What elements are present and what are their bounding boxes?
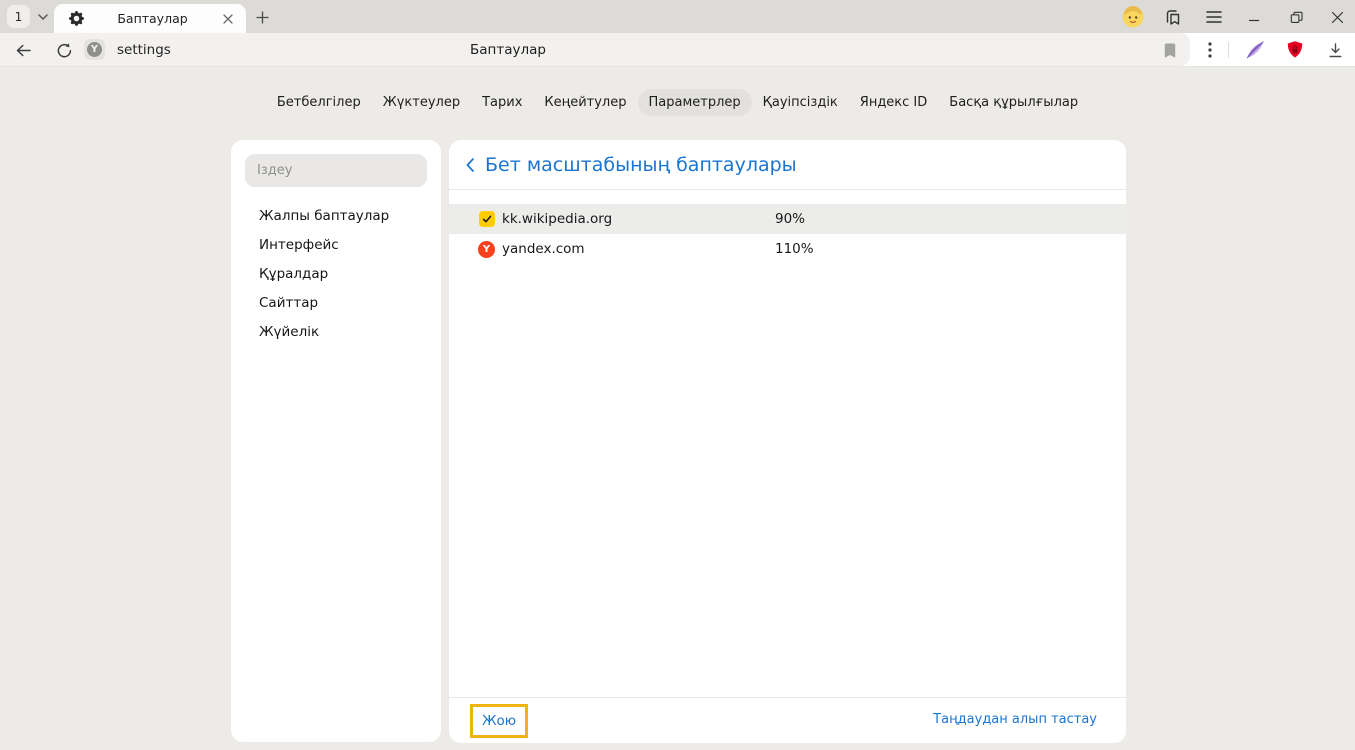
address-toolbar: Y settings Баптаулар [0,33,1355,67]
new-tab-button[interactable] [252,7,272,27]
page-zoom-settings-panel: Бет масштабының баптаулары kk.wikipedia.… [449,140,1126,743]
zoom-value: 90% [775,211,805,227]
window-minimize-button[interactable] [1242,5,1266,29]
download-icon[interactable] [1323,38,1347,62]
reload-icon[interactable] [52,38,76,62]
address-bar[interactable] [0,33,1190,66]
sidebar-item-sites[interactable]: Сайттар [231,289,441,318]
tab-bar: 1 Баптаулар [0,0,1355,33]
tab-counter-button[interactable]: 1 [7,5,30,28]
site-name: yandex.com [502,241,585,257]
settings-sidebar: Жалпы баптаулар Интерфейс Құралдар Сайтт… [231,140,441,742]
url-text[interactable]: settings [117,42,171,58]
nav-tab-bookmarks[interactable]: Бетбелгілер [266,89,372,116]
feather-extension-icon[interactable] [1243,38,1267,62]
nav-tab-settings[interactable]: Параметрлер [638,89,752,116]
page-title: Бет масштабының баптаулары [485,154,797,176]
zoom-value: 110% [775,241,814,257]
settings-nav-tabs: Бетбелгілер Жүктеулер Тарих Кеңейтулер П… [0,89,1355,116]
profile-avatar[interactable] [1121,5,1145,29]
deselect-all-link[interactable]: Таңдаудан алып тастау [933,712,1097,727]
yandex-favicon-icon[interactable]: Y [478,241,495,258]
window-restore-button[interactable] [1284,5,1308,29]
sidebar-item-system[interactable]: Жүйелік [231,318,441,347]
window-close-button[interactable] [1325,5,1349,29]
address-bar-page-title: Баптаулар [470,42,546,58]
sidebar-section-list: Жалпы баптаулар Интерфейс Құралдар Сайтт… [231,202,441,347]
search-input[interactable] [245,154,427,187]
nav-tab-downloads[interactable]: Жүктеулер [372,89,471,116]
browser-menu-icon[interactable] [1202,5,1226,29]
panel-header: Бет масштабының баптаулары [449,140,1126,190]
checkbox-checked-icon[interactable] [479,211,495,227]
yandex-mono-logo-icon: Y [87,42,102,57]
nav-tab-history[interactable]: Тарих [471,89,533,116]
toolbar-divider [1228,42,1229,58]
extensions-more-dots-icon[interactable] [1198,38,1222,62]
delete-button[interactable]: Жою [470,704,528,738]
tab-title: Баптаулар [85,11,220,26]
panel-footer: Жою Таңдаудан алып тастау [449,697,1126,743]
browser-tab-settings[interactable]: Баптаулар [54,4,246,33]
nav-tab-extensions[interactable]: Кеңейтулер [533,89,637,116]
bookmark-flag-icon[interactable] [1158,38,1182,62]
back-icon[interactable] [11,38,35,62]
tab-groups-panel-icon[interactable] [1161,5,1185,29]
table-row[interactable]: Y yandex.com 110% [449,234,1126,264]
nav-tab-other-devices[interactable]: Басқа құрылғылар [938,89,1089,116]
settings-gear-icon [69,11,85,27]
back-chevron-icon[interactable] [465,157,475,173]
panel-spacer [449,264,1126,697]
protect-shield-icon[interactable] [1283,38,1307,62]
tab-close-icon[interactable] [220,11,236,27]
site-name: kk.wikipedia.org [502,211,612,227]
sidebar-item-general[interactable]: Жалпы баптаулар [231,202,441,231]
site-settings-badge-icon[interactable]: Y [84,39,105,60]
table-row[interactable]: kk.wikipedia.org 90% [449,204,1126,234]
nav-tab-yandex-id[interactable]: Яндекс ID [849,89,939,116]
nav-tab-security[interactable]: Қауіпсіздік [752,89,849,116]
site-zoom-list: kk.wikipedia.org 90% Y yandex.com 110% [449,204,1126,264]
sidebar-item-tools[interactable]: Құралдар [231,260,441,289]
tab-list-chevron-down-icon[interactable] [34,8,52,26]
sidebar-item-interface[interactable]: Интерфейс [231,231,441,260]
